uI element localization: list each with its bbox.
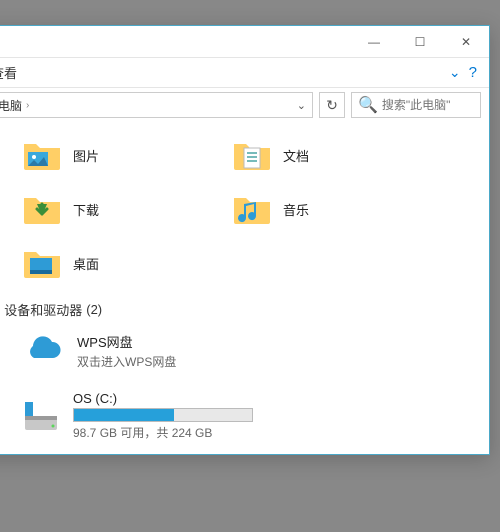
search-input[interactable]: [382, 98, 474, 112]
chevron-right-icon: ›: [26, 100, 29, 111]
minimize-button[interactable]: —: [351, 26, 397, 58]
breadcrumb[interactable]: 此电脑 › ⌄: [0, 92, 313, 118]
capacity-bar: [73, 408, 253, 422]
refresh-icon: ↻: [326, 97, 338, 114]
ribbon-collapse-button[interactable]: ⌄: [449, 64, 461, 81]
music-icon: [231, 188, 273, 230]
breadcrumb-location: 此电脑: [0, 97, 22, 114]
folder-label: 图片: [73, 146, 99, 165]
search-icon: 🔍: [358, 95, 378, 115]
cloud-icon: [21, 329, 65, 373]
group-network-header[interactable]: ⌄ 网络位置 (1): [0, 453, 469, 454]
group-label: 设备和驱动器: [4, 300, 82, 319]
folder-label: 文档: [283, 146, 309, 165]
drive-name: OS (C:): [73, 391, 253, 406]
close-button[interactable]: ✕: [443, 26, 489, 58]
folders-section: 图片 文档 下载 音乐: [21, 130, 469, 292]
address-bar: 此电脑 › ⌄ ↻ 🔍: [0, 88, 489, 122]
file-explorer-window: — ☐ ✕ 查看 ⌄ ? 此电脑 › ⌄ ↻ 🔍 图片: [0, 25, 490, 455]
ribbon: 查看 ⌄ ?: [0, 58, 489, 88]
folder-downloads[interactable]: 下载: [21, 184, 231, 234]
drive-info: WPS网盘 双击进入WPS网盘: [77, 332, 176, 370]
hdd-icon: [21, 394, 61, 438]
breadcrumb-dropdown-icon[interactable]: ⌄: [297, 99, 306, 112]
desktop-icon: [21, 242, 63, 284]
documents-icon: [231, 134, 273, 176]
group-count: (2): [86, 302, 102, 317]
folder-desktop[interactable]: 桌面: [21, 238, 231, 288]
drive-wps[interactable]: WPS网盘 双击进入WPS网盘: [21, 325, 231, 377]
titlebar: — ☐ ✕: [0, 26, 489, 58]
drive-name: WPS网盘: [77, 332, 176, 351]
drive-os-c[interactable]: OS (C:) 98.7 GB 可用，共 224 GB: [21, 387, 251, 445]
refresh-button[interactable]: ↻: [319, 92, 345, 118]
content-pane: 图片 文档 下载 音乐: [0, 122, 489, 454]
folder-music[interactable]: 音乐: [231, 184, 441, 234]
drive-info: OS (C:) 98.7 GB 可用，共 224 GB: [73, 391, 253, 441]
folder-label: 桌面: [73, 254, 99, 273]
pictures-icon: [21, 134, 63, 176]
chevron-down-icon: ⌄: [449, 64, 461, 81]
folder-label: 音乐: [283, 200, 309, 219]
folder-documents[interactable]: 文档: [231, 130, 441, 180]
drive-subtitle: 双击进入WPS网盘: [77, 353, 176, 370]
help-icon[interactable]: ?: [469, 64, 477, 81]
maximize-button[interactable]: ☐: [397, 26, 443, 58]
tab-view[interactable]: 查看: [0, 63, 25, 82]
group-label: 网络位置: [4, 453, 56, 454]
folder-label: 下载: [73, 200, 99, 219]
capacity-bar-fill: [74, 409, 174, 421]
folder-pictures[interactable]: 图片: [21, 130, 231, 180]
downloads-icon: [21, 188, 63, 230]
search-box[interactable]: 🔍: [351, 92, 481, 118]
group-devices-header[interactable]: ⌄ 设备和驱动器 (2): [0, 300, 469, 319]
drive-capacity-text: 98.7 GB 可用，共 224 GB: [73, 424, 253, 441]
